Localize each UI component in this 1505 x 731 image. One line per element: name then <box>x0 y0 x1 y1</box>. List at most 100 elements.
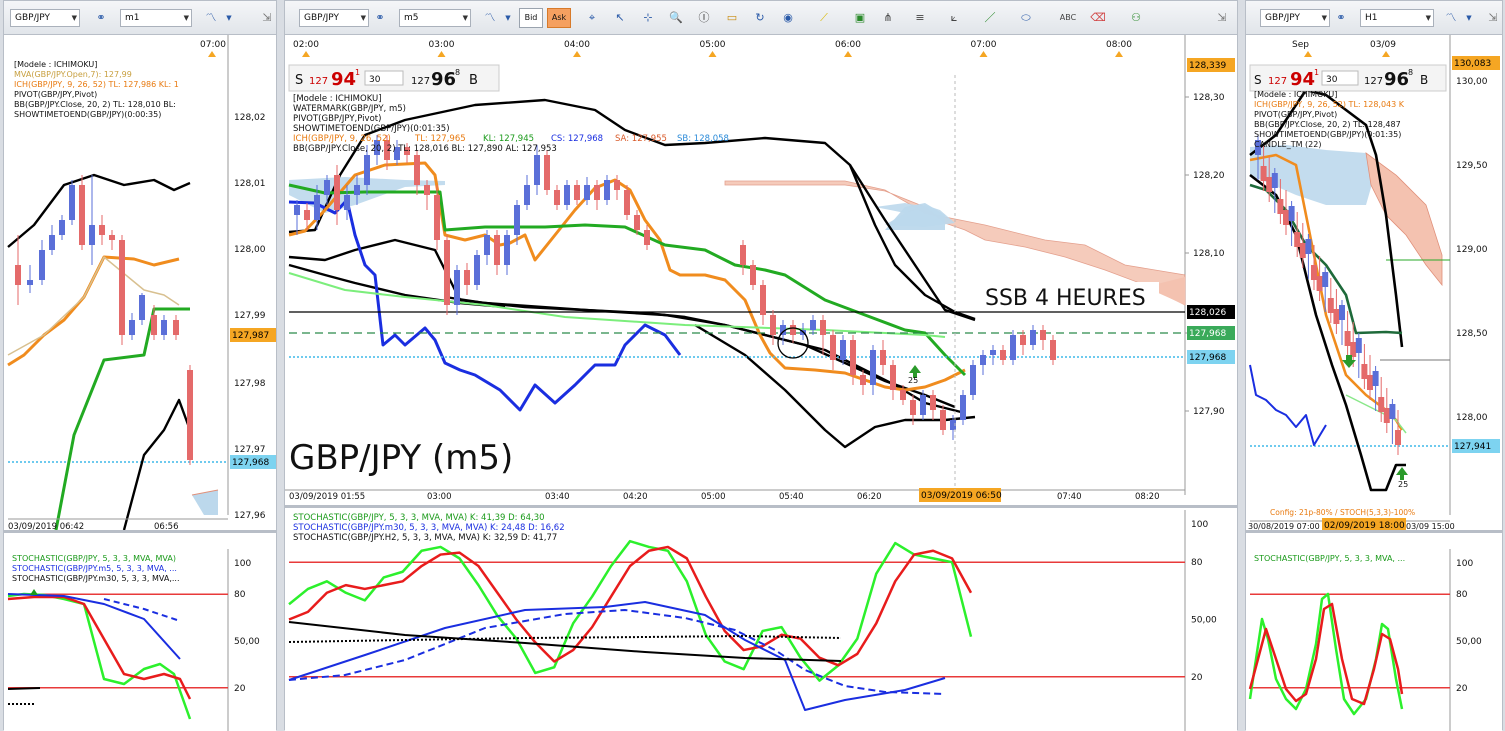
price-candle <box>334 175 340 210</box>
right-timeframe-label: H1 <box>1365 13 1378 23</box>
stoch-tick-label: 20 <box>234 684 246 694</box>
ssb-4h-annotation: SSB 4 HEURES <box>985 286 1146 311</box>
ellipse-icon[interactable]: ⬭ <box>1017 9 1035 27</box>
session-marker-icon <box>844 51 852 57</box>
left-timeframe-select[interactable]: m1 ▼ <box>120 9 192 27</box>
zoom-icon[interactable]: 🔍 <box>667 9 685 27</box>
price-candle <box>1327 298 1334 313</box>
link-icon[interactable]: ⚭ <box>92 9 110 27</box>
session-marker-icon <box>1382 51 1390 57</box>
dropdown-chevron-icon[interactable]: ▼ <box>220 9 238 27</box>
price-candle <box>1395 430 1401 445</box>
price-candle <box>960 395 966 420</box>
select-icon[interactable]: ⊹ <box>639 9 657 27</box>
price-candle <box>444 240 450 305</box>
session-marker-icon <box>1115 51 1123 57</box>
bottom-time-label: 03:40 <box>545 492 570 502</box>
price-candle <box>1372 371 1379 386</box>
center-price-pane[interactable]: 02:00 03:00 04:00 05:00 06:00 07:00 08:00 25 SSB… <box>285 35 1237 505</box>
ask-button[interactable]: Ask <box>547 8 571 28</box>
pointer-icon[interactable]: ↖ <box>611 9 629 27</box>
left-stochastic-pane[interactable]: STOCHASTIC(GBP/JPY, 5, 3, 3, MVA, MVA) ST… <box>4 549 276 731</box>
lines-icon[interactable]: ≡ <box>911 9 929 27</box>
price-candle <box>534 155 540 185</box>
price-candle <box>830 335 836 360</box>
quote-buy-big: 96 <box>431 69 456 90</box>
fan-icon[interactable]: ⟀ <box>945 9 963 27</box>
right-stochastic-pane[interactable]: STOCHASTIC(GBP/JPY, 5, 3, 3, MVA, ... 100… <box>1246 549 1502 731</box>
center-symbol-label: GBP/JPY <box>304 13 339 23</box>
ruler-icon[interactable]: ⟋ <box>815 9 833 27</box>
price-candle <box>634 215 640 230</box>
price-tag-orange: 127,987 <box>232 331 269 341</box>
hierarchy-icon[interactable]: ⚇ <box>1127 9 1145 27</box>
price-candle <box>59 220 65 235</box>
price-candle <box>324 180 330 195</box>
price-candle <box>484 235 490 255</box>
price-candle <box>840 340 846 360</box>
session-marker-icon <box>302 51 310 57</box>
bollinger-upper-band <box>7 173 191 248</box>
stoch-tick-label: 80 <box>234 590 246 600</box>
stoch-tick-label: 20 <box>1456 684 1468 694</box>
legend-line: WATERMARK(GBP/JPY, m5) <box>293 104 406 114</box>
stochastic-m5-line <box>7 593 181 660</box>
collapse-icon[interactable]: ⇲ <box>1484 9 1502 27</box>
center-timeframe-select[interactable]: m5 ▼ <box>399 9 471 27</box>
price-candle <box>354 185 360 195</box>
price-candle <box>890 365 896 390</box>
refresh-icon[interactable]: ↻ <box>751 9 769 27</box>
center-stochastic-pane[interactable]: STOCHASTIC(GBP/JPY, 5, 3, 3, MVA, MVA) K… <box>285 510 1237 731</box>
price-candle <box>1305 239 1312 254</box>
right-chart-window: GBP/JPY ▼ ⚭ H1 ▼ 〽 ▼ ⇲ Sep 03/09 25 S 127 94 1 30… <box>1245 0 1503 731</box>
dropdown-chevron-icon[interactable]: ▼ <box>499 9 517 27</box>
time-top-label: 07:00 <box>200 40 226 50</box>
collapse-icon[interactable]: ⇲ <box>258 9 276 27</box>
price-candle <box>740 245 746 265</box>
link-icon[interactable]: ⚭ <box>371 9 389 27</box>
comment-icon[interactable]: ▭ <box>723 9 741 27</box>
left-symbol-label: GBP/JPY <box>15 13 50 23</box>
eraser-icon[interactable]: ⌫ <box>1089 9 1107 27</box>
chart-type-icon[interactable]: 〽 <box>481 9 499 27</box>
legend-line: SHOWTIMETOEND(GBP/JPY)(0:01:35) <box>1254 130 1401 139</box>
dropdown-chevron-icon[interactable]: ▼ <box>1460 9 1478 27</box>
fork-icon[interactable]: ⋔ <box>879 9 897 27</box>
text-tool-icon[interactable]: ABC <box>1059 9 1077 27</box>
quote-lot: 30 <box>1326 75 1338 85</box>
right-timeframe-select[interactable]: H1 ▼ <box>1360 9 1434 27</box>
bid-button[interactable]: Bid <box>519 8 543 28</box>
price-tick-label: 128,30 <box>1193 93 1225 103</box>
trendline-icon[interactable]: ／ <box>981 9 999 27</box>
quote-sell-small: 127 <box>1268 76 1287 87</box>
left-symbol-select[interactable]: GBP/JPY ▼ <box>10 9 80 27</box>
chart-type-icon[interactable]: 〽 <box>202 9 220 27</box>
scale-icon[interactable]: Ⓘ <box>695 9 713 27</box>
arrow-count-label: 25 <box>908 376 918 385</box>
price-candle <box>554 190 560 205</box>
image-icon[interactable]: ▣ <box>851 9 869 27</box>
quote-buy-sup: 8 <box>455 68 460 77</box>
stoch-tick-label: 50,00 <box>234 637 260 647</box>
center-toolbar: GBP/JPY ▼ ⚭ m5 ▼ 〽 ▼ Bid Ask ⌖ ↖ ⊹ 🔍 Ⓘ ▭ ↻… <box>285 1 1237 35</box>
price-candle <box>119 240 125 335</box>
price-candle <box>414 155 420 185</box>
crosshair-icon[interactable]: ⌖ <box>583 9 601 27</box>
globe-icon[interactable]: ◉ <box>779 9 797 27</box>
ich-legend-sb: SB: 128,058 <box>677 134 729 144</box>
left-price-pane[interactable]: 07:00 [Modele : ICHIMOKU] MVA(GBP/JPY.Open… <box>4 35 276 530</box>
price-candle <box>79 185 85 245</box>
left-price-chart: 07:00 [Modele : ICHIMOKU]MVA(GBP/JPY.Open… <box>7 35 276 530</box>
price-candle <box>604 180 610 200</box>
price-candle <box>990 350 996 355</box>
collapse-icon[interactable]: ⇲ <box>1213 9 1231 27</box>
bottom-time-label: 07:40 <box>1057 492 1082 502</box>
price-candle <box>294 205 300 215</box>
right-symbol-select[interactable]: GBP/JPY ▼ <box>1260 9 1330 27</box>
link-icon[interactable]: ⚭ <box>1332 9 1350 27</box>
legend-line: [Modele : ICHIMOKU] <box>14 60 97 69</box>
right-price-pane[interactable]: Sep 03/09 25 S 127 94 1 30 127 96 8 B [Modele : ICHI… <box>1246 35 1502 530</box>
chart-type-icon[interactable]: 〽 <box>1442 9 1460 27</box>
price-candle <box>1000 350 1006 360</box>
center-symbol-select[interactable]: GBP/JPY ▼ <box>299 9 369 27</box>
